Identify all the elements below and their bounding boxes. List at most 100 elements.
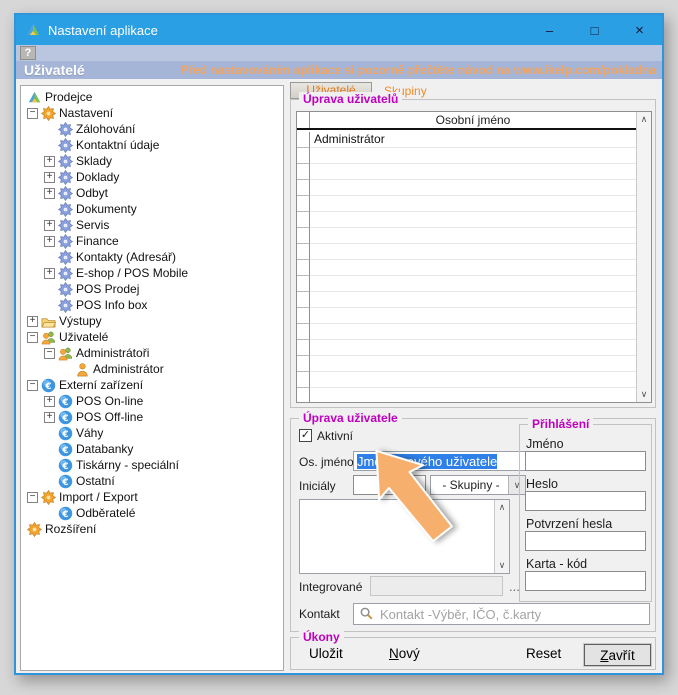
- tree-item[interactable]: POS Info box: [21, 297, 283, 313]
- actions-group: Úkony Uložit Nový Reset Zavřít: [290, 637, 656, 670]
- tree-item[interactable]: + Výstupy: [21, 313, 283, 329]
- minimize-button[interactable]: –: [527, 15, 572, 45]
- new-button[interactable]: Nový: [389, 646, 420, 661]
- tree-item[interactable]: Ostatní: [21, 473, 283, 489]
- chevron-up-icon[interactable]: ∧: [495, 500, 509, 515]
- password-input[interactable]: [525, 491, 646, 511]
- table-row[interactable]: [297, 180, 636, 196]
- row-name-cell: [310, 148, 636, 164]
- tree-item[interactable]: −Administrátoři: [21, 345, 283, 361]
- contact-input[interactable]: [353, 603, 650, 625]
- tree-item[interactable]: +E-shop / POS Mobile: [21, 265, 283, 281]
- integrated-input: [370, 576, 503, 596]
- tree-item[interactable]: Administrátor: [21, 361, 283, 377]
- collapse-icon[interactable]: −: [27, 492, 38, 503]
- tree-item-label: Výstupy: [59, 314, 102, 328]
- expand-icon[interactable]: +: [44, 172, 55, 183]
- tree-indent: [44, 460, 55, 471]
- table-row[interactable]: [297, 292, 636, 308]
- tree-item[interactable]: +POS On-line: [21, 393, 283, 409]
- collapse-icon[interactable]: −: [27, 108, 38, 119]
- active-checkbox[interactable]: ✓: [299, 429, 312, 442]
- table-row[interactable]: [297, 212, 636, 228]
- card-code-input[interactable]: [525, 571, 646, 591]
- table-row[interactable]: [297, 388, 636, 403]
- tree-item[interactable]: Prodejce: [21, 89, 283, 105]
- users-group: Úprava uživatelů Osobní jméno Administrá…: [290, 99, 656, 408]
- chevron-down-icon[interactable]: ∨: [495, 558, 509, 573]
- help-button[interactable]: ?: [20, 46, 36, 60]
- expand-icon[interactable]: +: [44, 412, 55, 423]
- tree-item[interactable]: Dokumenty: [21, 201, 283, 217]
- table-row[interactable]: [297, 260, 636, 276]
- tree-item[interactable]: Tiskárny - speciální: [21, 457, 283, 473]
- save-button[interactable]: Uložit: [309, 646, 343, 661]
- table-row[interactable]: [297, 164, 636, 180]
- groups-listbox[interactable]: ∧ ∨: [299, 499, 510, 574]
- table-row[interactable]: Administrátor: [297, 132, 636, 148]
- reset-button[interactable]: Reset: [526, 646, 561, 661]
- table-row[interactable]: [297, 372, 636, 388]
- settings-tree[interactable]: Prodejce−NastaveníZálohováníKontaktní úd…: [20, 85, 284, 671]
- row-gutter: [297, 180, 310, 196]
- tree-item[interactable]: +Sklady: [21, 153, 283, 169]
- close-button[interactable]: ×: [617, 15, 662, 45]
- tree-item[interactable]: Kontaktní údaje: [21, 137, 283, 153]
- tree-item[interactable]: +Doklady: [21, 169, 283, 185]
- tree-item[interactable]: +Finance: [21, 233, 283, 249]
- expand-icon[interactable]: +: [27, 316, 38, 327]
- gear-blue-icon: [58, 154, 73, 169]
- table-row[interactable]: [297, 244, 636, 260]
- tree-item[interactable]: Databanky: [21, 441, 283, 457]
- chevron-down-icon[interactable]: ∨: [637, 387, 651, 402]
- tree-item[interactable]: POS Prodej: [21, 281, 283, 297]
- table-scrollbar[interactable]: ∧ ∨: [636, 112, 651, 402]
- tree-item[interactable]: −Externí zařízení: [21, 377, 283, 393]
- users-icon: [41, 330, 56, 345]
- collapse-icon[interactable]: −: [44, 348, 55, 359]
- table-row[interactable]: [297, 340, 636, 356]
- gear-blue-icon: [58, 122, 73, 137]
- tree-item[interactable]: Rozšíření: [21, 521, 283, 537]
- table-row[interactable]: [297, 276, 636, 292]
- table-row[interactable]: [297, 196, 636, 212]
- expand-icon[interactable]: +: [44, 268, 55, 279]
- table-row[interactable]: [297, 308, 636, 324]
- expand-icon[interactable]: +: [44, 156, 55, 167]
- tree-item[interactable]: Váhy: [21, 425, 283, 441]
- expand-icon[interactable]: +: [44, 236, 55, 247]
- table-row[interactable]: [297, 228, 636, 244]
- tree-item[interactable]: −Nastavení: [21, 105, 283, 121]
- table-row[interactable]: [297, 148, 636, 164]
- title-bar[interactable]: Nastavení aplikace – □ ×: [16, 15, 662, 45]
- tree-item[interactable]: Odběratelé: [21, 505, 283, 521]
- gear-blue-icon: [58, 218, 73, 233]
- users-table[interactable]: Osobní jméno Administrátor ∧ ∨: [296, 111, 652, 403]
- tree-item[interactable]: +POS Off-line: [21, 409, 283, 425]
- collapse-icon[interactable]: −: [27, 332, 38, 343]
- listbox-scrollbar[interactable]: ∧ ∨: [494, 500, 509, 573]
- tree-item[interactable]: −Uživatelé: [21, 329, 283, 345]
- table-row[interactable]: [297, 356, 636, 372]
- maximize-button[interactable]: □: [572, 15, 617, 45]
- tree-item[interactable]: Zálohování: [21, 121, 283, 137]
- users-table-body: Administrátor: [297, 132, 636, 402]
- tree-item[interactable]: +Servis: [21, 217, 283, 233]
- expand-icon[interactable]: +: [44, 220, 55, 231]
- collapse-icon[interactable]: −: [27, 380, 38, 391]
- expand-icon[interactable]: +: [44, 396, 55, 407]
- row-name-cell: [310, 308, 636, 324]
- tree-item[interactable]: Kontakty (Adresář): [21, 249, 283, 265]
- initials-input[interactable]: [353, 475, 426, 495]
- expand-icon[interactable]: +: [44, 188, 55, 199]
- tree-item[interactable]: +Odbyt: [21, 185, 283, 201]
- gear-blue-icon: [58, 138, 73, 153]
- name-input[interactable]: Jméno nového uživatele: [353, 451, 526, 471]
- tree-item[interactable]: −Import / Export: [21, 489, 283, 505]
- close-dialog-button[interactable]: Zavřít: [584, 644, 651, 666]
- groups-select[interactable]: - Skupiny - ∨: [430, 475, 526, 495]
- login-name-input[interactable]: [525, 451, 646, 471]
- chevron-up-icon[interactable]: ∧: [637, 112, 651, 127]
- confirm-password-input[interactable]: [525, 531, 646, 551]
- table-row[interactable]: [297, 324, 636, 340]
